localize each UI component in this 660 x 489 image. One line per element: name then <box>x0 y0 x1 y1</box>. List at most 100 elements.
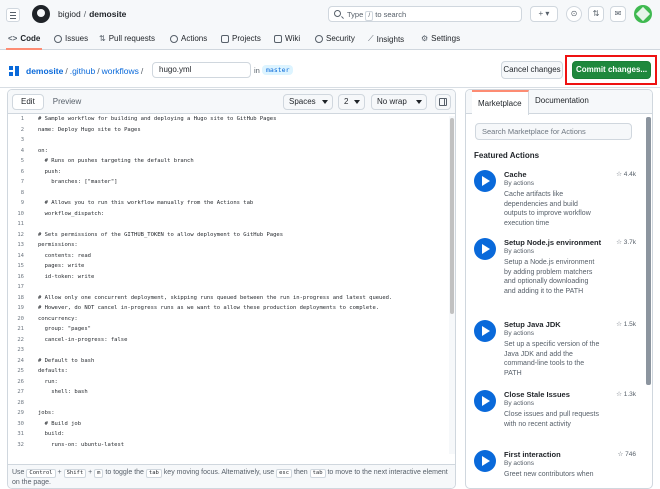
cancel-changes-button[interactable]: Cancel changes <box>501 61 563 79</box>
inbox-icon[interactable]: ✉ <box>610 6 626 22</box>
line-text: cancel-in-progress: false <box>38 336 128 343</box>
code-line: 21 group: "pages" <box>8 326 448 337</box>
hint-key: esc <box>276 469 293 478</box>
code-line: 15 pages: write <box>8 263 448 274</box>
line-text: group: "pages" <box>38 326 91 332</box>
chevron-down-icon <box>322 100 328 104</box>
line-number: 27 <box>17 389 24 395</box>
code-line: 17 <box>8 284 448 295</box>
tab-wiki-label: Wiki <box>285 34 301 43</box>
action-name[interactable]: First interaction <box>504 450 561 459</box>
tab-preview[interactable]: Preview <box>44 94 90 110</box>
line-number: 31 <box>17 431 24 437</box>
gear-icon: ⚙ <box>421 34 429 43</box>
action-name[interactable]: Cache <box>504 170 527 179</box>
branch-badge: master <box>262 65 294 75</box>
menu-icon[interactable] <box>6 8 20 22</box>
action-author: By actions <box>504 248 534 255</box>
line-number: 21 <box>17 326 24 332</box>
tab-code-label: Code <box>20 34 41 43</box>
code-line: 31 build: <box>8 431 448 442</box>
owner-link[interactable]: bigiod <box>58 9 81 19</box>
tab-issues-label: Issues <box>65 34 89 43</box>
tab-code[interactable]: <> Code <box>8 34 40 43</box>
wrap-mode-value: No wrap <box>377 97 407 106</box>
pull-requests-icon[interactable]: ⇅ <box>588 6 604 22</box>
commit-changes-button[interactable]: Commit changes... <box>572 61 651 79</box>
tab-projects[interactable]: Projects <box>221 34 261 43</box>
action-name[interactable]: Close Stale Issues <box>504 390 570 399</box>
line-number: 8 <box>20 189 24 196</box>
editor-footer-hint: Use Control + Shift + m to toggle the ta… <box>8 464 455 488</box>
line-number: 32 <box>17 441 24 448</box>
editor-toolbar: Edit Preview Spaces 2 No wrap <box>8 90 455 114</box>
action-name[interactable]: Setup Java JDK <box>504 320 561 329</box>
avatar[interactable] <box>634 5 652 23</box>
tab-issues[interactable]: Issues <box>54 34 88 43</box>
tab-insights[interactable]: ⟋ Insights <box>368 34 404 44</box>
file-tree-icon[interactable] <box>9 66 19 76</box>
tab-security[interactable]: Security <box>315 34 355 43</box>
line-number: 24 <box>17 357 24 364</box>
panel-scrollbar[interactable] <box>645 115 652 488</box>
issues-icon[interactable]: ⊙ <box>566 6 582 22</box>
action-description: Close issues and pull requests with no r… <box>504 411 599 428</box>
code-line: 8 <box>8 190 448 201</box>
code-line: 30 # Build job <box>8 421 448 432</box>
wrap-mode-select[interactable]: No wrap <box>371 94 427 110</box>
global-search[interactable]: Type / to search <box>328 6 522 22</box>
breadcrumb-separator: / <box>140 66 144 76</box>
line-number: 23 <box>17 347 24 353</box>
action-name[interactable]: Setup Node.js environment <box>504 238 601 247</box>
search-placeholder: Type / to search <box>347 10 406 21</box>
line-number: 26 <box>17 378 24 385</box>
tab-actions[interactable]: Actions <box>170 34 207 43</box>
code-line: 3 <box>8 137 448 148</box>
tab-edit[interactable]: Edit <box>12 94 44 110</box>
code-area[interactable]: 1 # Sample workflow for building and depl… <box>8 116 448 454</box>
tab-insights-label: Insights <box>376 34 405 44</box>
search-icon <box>334 10 341 17</box>
line-number: 4 <box>20 147 24 154</box>
indent-size-select[interactable]: 2 <box>338 94 365 110</box>
line-number: 1 <box>20 116 24 122</box>
code-line: 19 # However, do NOT cancel in-progress r… <box>8 305 448 316</box>
hint-text: then <box>294 469 308 476</box>
play-icon <box>474 320 496 342</box>
layout-toggle-icon[interactable] <box>435 94 451 110</box>
tab-security-label: Security <box>326 34 355 43</box>
tab-wiki[interactable]: Wiki <box>274 34 300 43</box>
line-number: 25 <box>17 368 24 374</box>
line-text: permissions: <box>38 242 78 248</box>
play-icon <box>474 450 496 472</box>
header-breadcrumb: bigiod / demosite <box>58 9 126 19</box>
repo-link[interactable]: demosite <box>89 9 126 19</box>
tab-documentation[interactable]: Documentation <box>535 96 589 105</box>
code-icon: <> <box>8 34 18 43</box>
tab-actions-label: Actions <box>181 34 208 43</box>
breadcrumb-workflows-dir[interactable]: workflows <box>102 66 139 76</box>
featured-actions-heading: Featured Actions <box>474 151 540 160</box>
line-text: # Sets permissions of the GITHUB_TOKEN t… <box>38 231 284 238</box>
tab-pull-requests[interactable]: ⇅ Pull requests <box>99 34 155 43</box>
line-number: 22 <box>17 336 24 343</box>
tab-marketplace[interactable]: Marketplace <box>472 90 529 115</box>
editor-scrollbar[interactable] <box>449 116 455 454</box>
action-author: By actions <box>504 330 534 337</box>
breadcrumb-repo[interactable]: demosite <box>26 66 63 76</box>
hint-text: + <box>57 469 62 476</box>
line-number: 19 <box>17 305 24 311</box>
marketplace-search-input[interactable]: Search Marketplace for Actions <box>475 123 632 140</box>
github-logo-icon[interactable] <box>32 5 50 23</box>
issues-icon <box>54 34 62 43</box>
in-label: in <box>254 66 260 75</box>
code-line: 7 branches: ["master"] <box>8 179 448 190</box>
create-new-button[interactable]: + ▾ <box>530 6 558 22</box>
line-text: name: Deploy Hugo site to Pages <box>38 126 141 133</box>
table-icon <box>221 34 229 43</box>
filename-input[interactable]: hugo.yml <box>152 62 251 78</box>
code-line: 13 permissions: <box>8 242 448 253</box>
breadcrumb-github-dir[interactable]: .github <box>70 66 96 76</box>
indent-mode-select[interactable]: Spaces <box>283 94 333 110</box>
tab-settings[interactable]: ⚙ Settings <box>421 34 460 43</box>
